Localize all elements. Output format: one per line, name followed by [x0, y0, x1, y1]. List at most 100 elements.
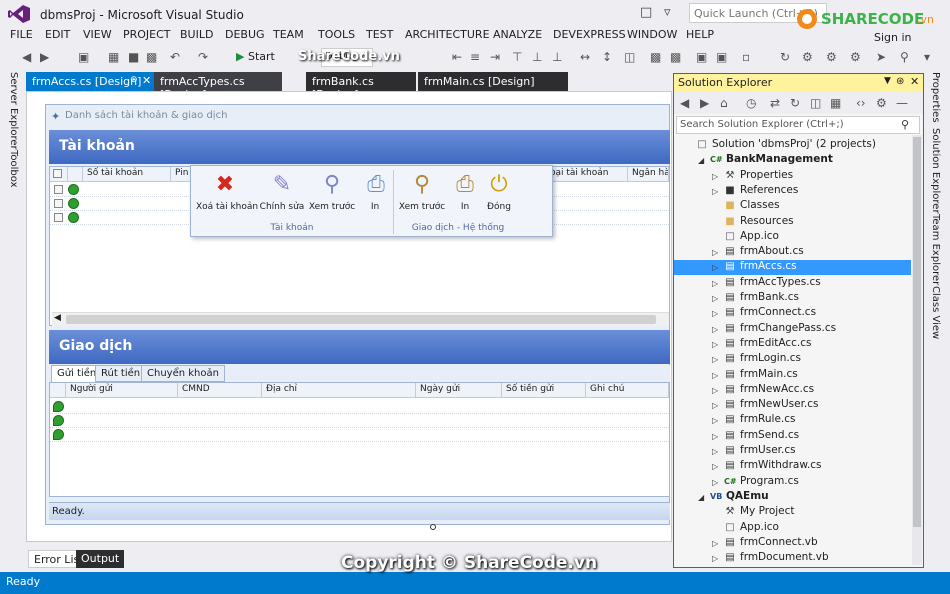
- redo-icon[interactable]: ↷: [198, 50, 208, 64]
- grid-header[interactable]: Ghi chú: [586, 383, 669, 398]
- expanded-arrow-icon[interactable]: ◢: [698, 493, 704, 502]
- collapsed-arrow-icon[interactable]: ▷: [712, 432, 718, 441]
- tab-frmmain[interactable]: frmMain.cs [Design]: [418, 72, 568, 91]
- delete-account-button[interactable]: Xoá tài khoản: [196, 202, 258, 212]
- properties-icon[interactable]: ⚙: [876, 96, 887, 110]
- feedback-icon[interactable]: □: [640, 5, 652, 20]
- tree-item[interactable]: ▷ ▤ frmChangePass.cs: [674, 322, 911, 337]
- save-all-icon[interactable]: ▩: [146, 50, 157, 64]
- collapsed-arrow-icon[interactable]: ▷: [712, 248, 718, 257]
- tree-item[interactable]: ◢ VB QAEmu: [674, 490, 911, 505]
- tab-frmacctypes[interactable]: frmAccTypes.cs [Design]: [154, 72, 282, 101]
- align-top-icon[interactable]: ⊤: [512, 50, 522, 64]
- tree-item[interactable]: ■ Resources: [674, 215, 911, 230]
- open-icon[interactable]: ▦: [108, 50, 119, 64]
- collapsed-arrow-icon[interactable]: ▷: [712, 416, 718, 425]
- transaction-print-button[interactable]: In: [453, 202, 477, 212]
- team-explorer-tab[interactable]: Team Explorer: [930, 214, 941, 285]
- collapsed-arrow-icon[interactable]: ▷: [712, 187, 718, 196]
- spacing-icon[interactable]: ◫: [624, 50, 635, 64]
- menu-item-team[interactable]: TEAM: [273, 28, 304, 41]
- same-width-icon[interactable]: ↔: [580, 50, 590, 64]
- center-vertically-icon[interactable]: ▩: [670, 50, 681, 64]
- center-horizontally-icon[interactable]: ▩: [650, 50, 661, 64]
- menu-item-project[interactable]: PROJECT: [123, 28, 171, 41]
- navigate-icon[interactable]: ➤: [876, 50, 886, 64]
- menu-item-help[interactable]: HELP: [686, 28, 714, 41]
- tree-item[interactable]: ▷ ▤ frmEditAcc.cs: [674, 337, 911, 352]
- align-center-icon[interactable]: ≡: [470, 50, 480, 64]
- grid-header-checkbox[interactable]: [50, 167, 68, 182]
- class-view-tab[interactable]: Class View: [930, 286, 941, 339]
- collapsed-arrow-icon[interactable]: ▷: [712, 279, 718, 288]
- select-all-checkbox[interactable]: [53, 169, 62, 178]
- tree-item[interactable]: ▷ ▤ frmNewAcc.cs: [674, 383, 911, 398]
- menu-item-analyze[interactable]: ANALYZE: [493, 28, 542, 41]
- collapsed-arrow-icon[interactable]: ▷: [712, 462, 718, 471]
- tree-item[interactable]: ▷ ▤ frmNewUser.cs: [674, 398, 911, 413]
- collapsed-arrow-icon[interactable]: ▷: [712, 386, 718, 395]
- menu-item-file[interactable]: FILE: [10, 28, 33, 41]
- grid-header[interactable]: CMND: [178, 383, 262, 398]
- forward-icon[interactable]: ▶: [40, 50, 49, 64]
- close-button[interactable]: Đóng: [484, 202, 514, 212]
- tree-item[interactable]: □ Solution 'dbmsProj' (2 projects): [674, 138, 911, 153]
- transaction-preview-button[interactable]: Xem trước: [398, 202, 446, 212]
- tree-item[interactable]: ▷ ▤ frmAccTypes.cs: [674, 276, 911, 291]
- grid-header[interactable]: oại tài khoản: [546, 167, 628, 182]
- expanded-arrow-icon[interactable]: ◢: [698, 156, 704, 165]
- start-button[interactable]: ▶ Start: [236, 50, 275, 63]
- menu-item-window[interactable]: WINDOW: [627, 28, 677, 41]
- solution-search-input[interactable]: Search Solution Explorer (Ctrl+;) ⚲: [676, 116, 920, 134]
- resize-handle[interactable]: [430, 524, 436, 530]
- tree-item[interactable]: ■ Classes: [674, 199, 911, 214]
- refresh-icon[interactable]: ↻: [780, 50, 790, 64]
- scroll-left-icon[interactable]: ◀: [54, 313, 61, 323]
- properties-tab[interactable]: Properties: [930, 72, 941, 123]
- tree-item[interactable]: ▷ ▤ frmMain.cs: [674, 368, 911, 383]
- lock-icon[interactable]: ▫: [742, 50, 750, 64]
- grid-header[interactable]: Số tiền gửi: [502, 383, 586, 398]
- tree-item[interactable]: ▷ ▤ frmConnect.vb: [674, 536, 911, 551]
- scroll-thumb[interactable]: [66, 315, 656, 324]
- send-back-icon[interactable]: ▣: [716, 50, 727, 64]
- grid-header[interactable]: Ngày gửi: [416, 383, 502, 398]
- pin-icon[interactable]: ⊛: [130, 75, 138, 85]
- grid-header[interactable]: Người gửi: [66, 383, 178, 398]
- collapsed-arrow-icon[interactable]: ▷: [712, 371, 718, 380]
- sync-icon[interactable]: ⇄: [770, 96, 780, 110]
- tree-item[interactable]: ▷ ▤ frmUser.cs: [674, 444, 911, 459]
- table-row[interactable]: [50, 414, 669, 428]
- undo-icon[interactable]: ↶: [170, 50, 180, 64]
- grid-header[interactable]: Pin: [171, 167, 191, 182]
- toolbox-tab[interactable]: Toolbox: [8, 150, 19, 188]
- menu-item-architecture[interactable]: ARCHITECTURE: [405, 28, 490, 41]
- tree-item[interactable]: □ App.ico: [674, 230, 911, 245]
- preview-button[interactable]: Xem trước: [307, 202, 357, 212]
- dropdown-icon[interactable]: ▼: [884, 76, 891, 86]
- print-button[interactable]: In: [363, 202, 387, 212]
- tab-chuyen-khoan[interactable]: Chuyển khoản: [141, 365, 225, 382]
- tree-item[interactable]: ▷ ▤ frmLogin.cs: [674, 352, 911, 367]
- tree-item[interactable]: ▷ ▤ frmAccs.cs: [674, 260, 911, 276]
- menu-item-view[interactable]: VIEW: [83, 28, 112, 41]
- menu-item-debug[interactable]: DEBUG: [225, 28, 265, 41]
- tree-item[interactable]: ◢ C# BankManagement: [674, 153, 911, 168]
- grid-header[interactable]: Ngân hà: [628, 167, 669, 182]
- tab-frmbank[interactable]: frmBank.cs [Design]: [306, 72, 416, 101]
- output-tab[interactable]: Output: [76, 550, 125, 568]
- view-code-icon[interactable]: ‹›: [856, 96, 866, 110]
- collapsed-arrow-icon[interactable]: ▷: [712, 355, 718, 364]
- collapsed-arrow-icon[interactable]: ▷: [712, 172, 718, 181]
- tree-item[interactable]: ⚒ My Project: [674, 505, 911, 520]
- align-left-icon[interactable]: ⇤: [452, 50, 462, 64]
- server-explorer-tab[interactable]: Server Explorer: [8, 72, 19, 150]
- collapsed-arrow-icon[interactable]: ▷: [712, 401, 718, 410]
- menu-item-edit[interactable]: EDIT: [45, 28, 70, 41]
- tools-icon[interactable]: ⚙: [826, 50, 837, 64]
- minus-icon[interactable]: —: [896, 96, 908, 110]
- back-icon[interactable]: ◀: [680, 96, 689, 110]
- collapsed-arrow-icon[interactable]: ▷: [712, 325, 718, 334]
- pin-icon[interactable]: ⊛: [896, 76, 904, 87]
- new-project-icon[interactable]: ▣: [78, 50, 89, 64]
